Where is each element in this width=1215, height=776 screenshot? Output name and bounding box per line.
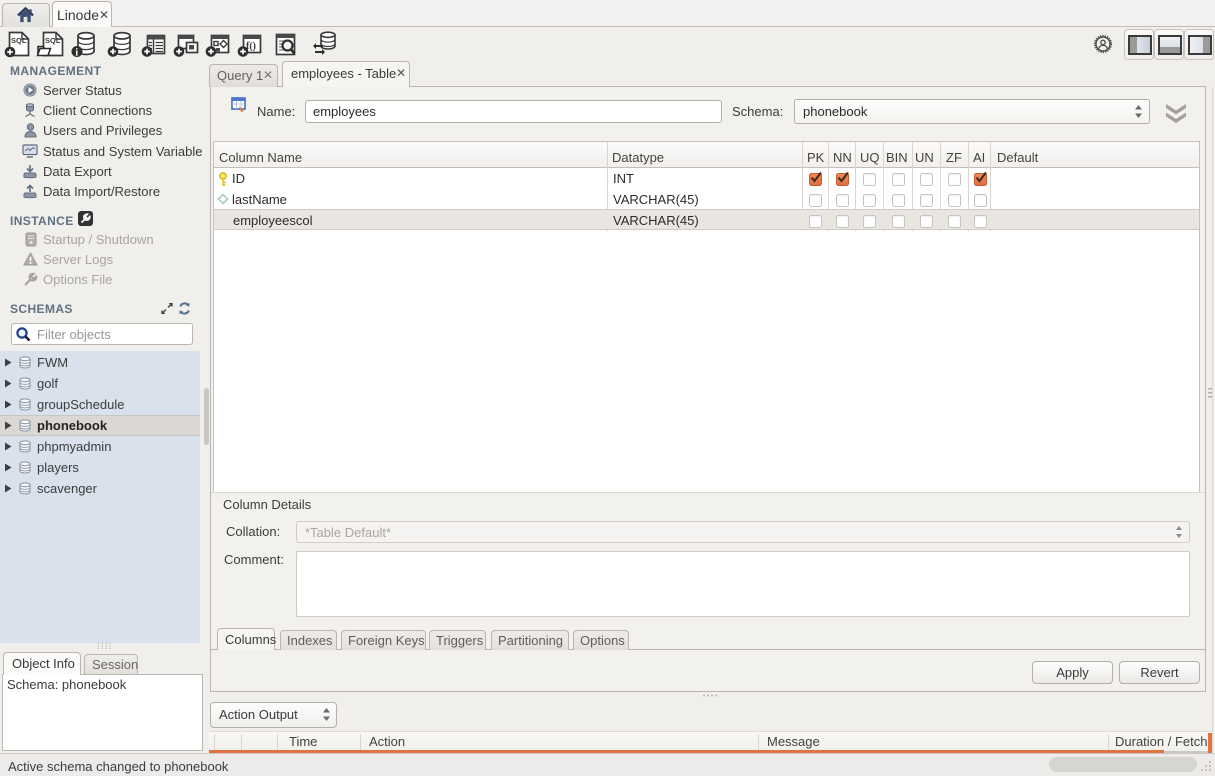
svg-text:SQL: SQL — [11, 36, 27, 45]
svg-text:SQL: SQL — [45, 36, 61, 45]
svg-text:i: i — [75, 47, 78, 58]
